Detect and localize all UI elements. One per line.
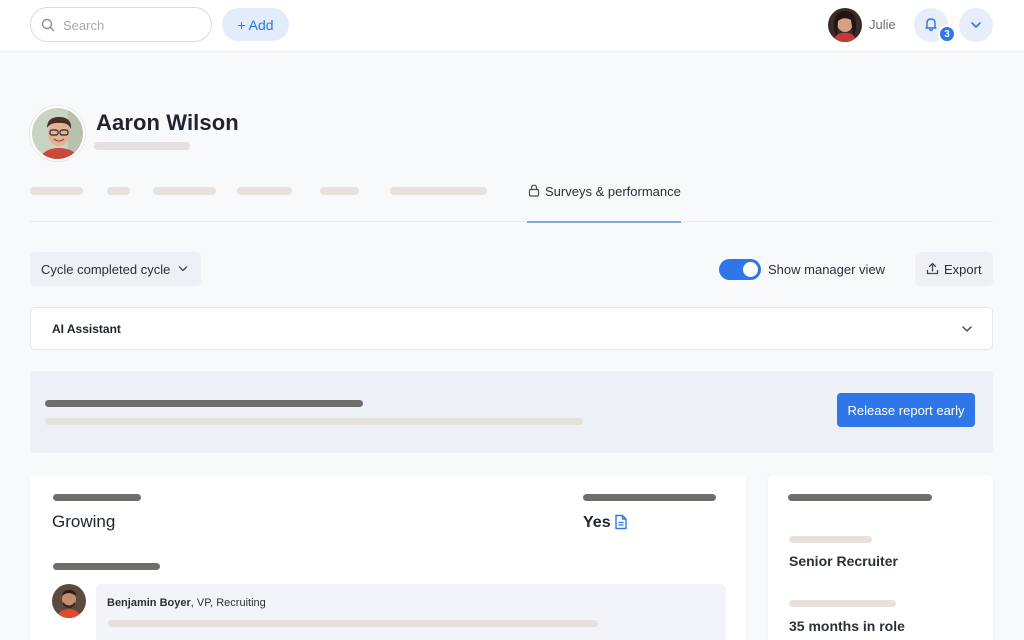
release-report-button[interactable]: Release report early (837, 393, 975, 427)
user-name: Julie (869, 17, 896, 32)
tab-placeholder[interactable] (107, 187, 130, 195)
ai-assistant-panel[interactable]: AI Assistant (30, 307, 993, 350)
account-menu-button[interactable] (959, 8, 993, 42)
manager-view-toggle[interactable] (719, 259, 761, 280)
comment-author-name: Benjamin Boyer (107, 597, 191, 609)
tab-placeholder[interactable] (390, 187, 487, 195)
flag-label-placeholder (583, 494, 716, 501)
comment-author-title: , VP, Recruiting (190, 597, 266, 609)
status-label-placeholder (53, 494, 141, 501)
comment-author: Benjamin Boyer, VP, Recruiting (107, 597, 266, 609)
banner-title-placeholder (45, 400, 363, 407)
tenure-value: 35 months in role (789, 618, 905, 634)
upload-icon (926, 262, 939, 275)
tab-placeholder[interactable] (153, 187, 216, 195)
bell-icon (925, 18, 937, 31)
tab-placeholder[interactable] (237, 187, 292, 195)
banner-text-placeholder (45, 418, 583, 425)
chevron-down-icon (178, 266, 188, 272)
profile-name: Aaron Wilson (96, 110, 239, 135)
section-label-placeholder (53, 563, 160, 570)
ai-assistant-title: AI Assistant (52, 322, 121, 336)
add-button[interactable]: + Add (222, 8, 289, 41)
cycle-select-label: Cycle completed cycle (41, 261, 171, 277)
export-button[interactable]: Export (915, 252, 993, 286)
reviewer-comment (96, 584, 726, 640)
lock-icon (528, 184, 540, 197)
user-avatar[interactable] (828, 8, 862, 42)
notification-badge: 3 (938, 25, 956, 43)
search-box[interactable] (30, 7, 212, 42)
profile-avatar (30, 106, 85, 161)
tab-label: Surveys & performance (545, 184, 681, 199)
side-title-placeholder (788, 494, 932, 501)
tenure-label-placeholder (789, 600, 896, 607)
tab-placeholder[interactable] (30, 187, 83, 195)
reviewer-avatar (52, 584, 86, 618)
toggle-knob (743, 262, 758, 277)
tab-placeholder[interactable] (320, 187, 359, 195)
export-label: Export (944, 262, 982, 277)
profile-subtitle-placeholder (94, 142, 190, 150)
search-input[interactable] (63, 16, 203, 34)
chevron-down-icon (971, 22, 981, 28)
cycle-select[interactable]: Cycle completed cycle (30, 252, 201, 286)
tabs-divider (30, 221, 993, 222)
top-bar: + Add Julie 3 (0, 0, 1024, 52)
flag-value: Yes (583, 514, 611, 531)
status-value: Growing (52, 512, 116, 531)
chevron-down-icon (962, 326, 972, 332)
role-label-placeholder (789, 536, 872, 543)
role-value: Senior Recruiter (789, 553, 898, 569)
document-icon[interactable] (614, 514, 628, 530)
search-icon (41, 18, 55, 32)
comment-text-placeholder (108, 620, 598, 627)
manager-view-label: Show manager view (768, 262, 886, 277)
tab-surveys-performance[interactable]: Surveys & performance (527, 183, 681, 223)
